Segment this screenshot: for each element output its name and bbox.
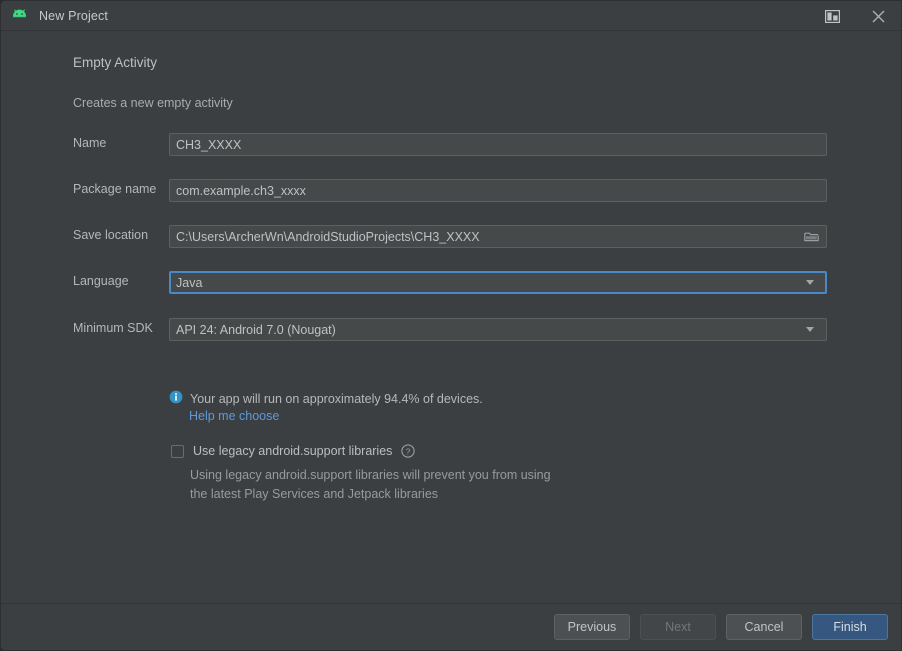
name-label: Name xyxy=(73,136,107,150)
package-name-input[interactable]: com.example.ch3_xxxx xyxy=(169,179,827,202)
finish-button[interactable]: Finish xyxy=(812,614,888,640)
minimum-sdk-dropdown[interactable]: API 24: Android 7.0 (Nougat) xyxy=(169,318,827,341)
previous-button[interactable]: Previous xyxy=(554,614,630,640)
language-label: Language xyxy=(73,274,129,288)
package-name-label: Package name xyxy=(73,182,157,196)
legacy-libraries-label[interactable]: Use legacy android.support libraries xyxy=(193,444,392,458)
info-icon xyxy=(169,390,183,407)
legacy-description-line-1: Using legacy android.support libraries w… xyxy=(190,468,551,482)
footer-buttons: Previous Next Cancel Finish xyxy=(554,614,888,640)
question-mark-icon[interactable]: ? xyxy=(401,444,416,458)
help-me-choose-link[interactable]: Help me choose xyxy=(189,409,279,423)
language-row: Language Java xyxy=(1,271,901,295)
android-robot-icon xyxy=(11,8,28,24)
window-title: New Project xyxy=(39,9,109,23)
legacy-libraries-row: Use legacy android.support libraries ? xyxy=(171,444,416,458)
package-name-row: Package name com.example.ch3_xxxx xyxy=(1,179,901,203)
device-coverage-text: Your app will run on approximately 94.4%… xyxy=(190,391,483,406)
minimum-sdk-row: Minimum SDK API 24: Android 7.0 (Nougat) xyxy=(1,318,901,342)
page-subtitle: Creates a new empty activity xyxy=(73,96,233,110)
minimum-sdk-label: Minimum SDK xyxy=(73,321,153,335)
save-location-input[interactable]: C:\Users\ArcherWn\AndroidStudioProjects\… xyxy=(169,225,827,248)
name-input-value: CH3_XXXX xyxy=(176,137,242,152)
save-location-row: Save location C:\Users\ArcherWn\AndroidS… xyxy=(1,225,901,249)
minimum-sdk-dropdown-value: API 24: Android 7.0 (Nougat) xyxy=(176,322,336,337)
title-bar-left: New Project xyxy=(11,1,108,31)
legacy-libraries-description: Using legacy android.support libraries w… xyxy=(190,466,620,504)
name-row: Name CH3_XXXX xyxy=(1,133,901,157)
language-dropdown-value: Java xyxy=(176,275,203,290)
close-button[interactable] xyxy=(855,1,901,31)
chevron-down-icon[interactable] xyxy=(800,273,820,292)
save-location-label: Save location xyxy=(73,228,149,242)
dialog-content: Empty Activity Creates a new empty activ… xyxy=(1,32,901,603)
chevron-down-icon[interactable] xyxy=(800,320,820,340)
cancel-button[interactable]: Cancel xyxy=(726,614,802,640)
package-name-input-value: com.example.ch3_xxxx xyxy=(176,183,306,198)
name-input[interactable]: CH3_XXXX xyxy=(169,133,827,156)
title-bar-buttons xyxy=(809,1,901,31)
folder-icon[interactable] xyxy=(802,228,820,246)
device-coverage-info: Your app will run on approximately 94.4%… xyxy=(169,390,483,407)
new-project-dialog: New Project Empty Activity Creates a new… xyxy=(0,0,902,651)
next-button: Next xyxy=(640,614,716,640)
dock-window-button[interactable] xyxy=(809,1,855,31)
legacy-description-line-2: the latest Play Services and Jetpack lib… xyxy=(190,487,439,501)
page-title: Empty Activity xyxy=(73,55,158,70)
title-bar: New Project xyxy=(1,1,901,31)
svg-text:?: ? xyxy=(406,446,411,456)
dialog-footer: Previous Next Cancel Finish xyxy=(1,603,901,650)
legacy-libraries-checkbox[interactable] xyxy=(171,444,184,458)
language-dropdown[interactable]: Java xyxy=(169,271,827,294)
save-location-input-value: C:\Users\ArcherWn\AndroidStudioProjects\… xyxy=(176,229,480,244)
